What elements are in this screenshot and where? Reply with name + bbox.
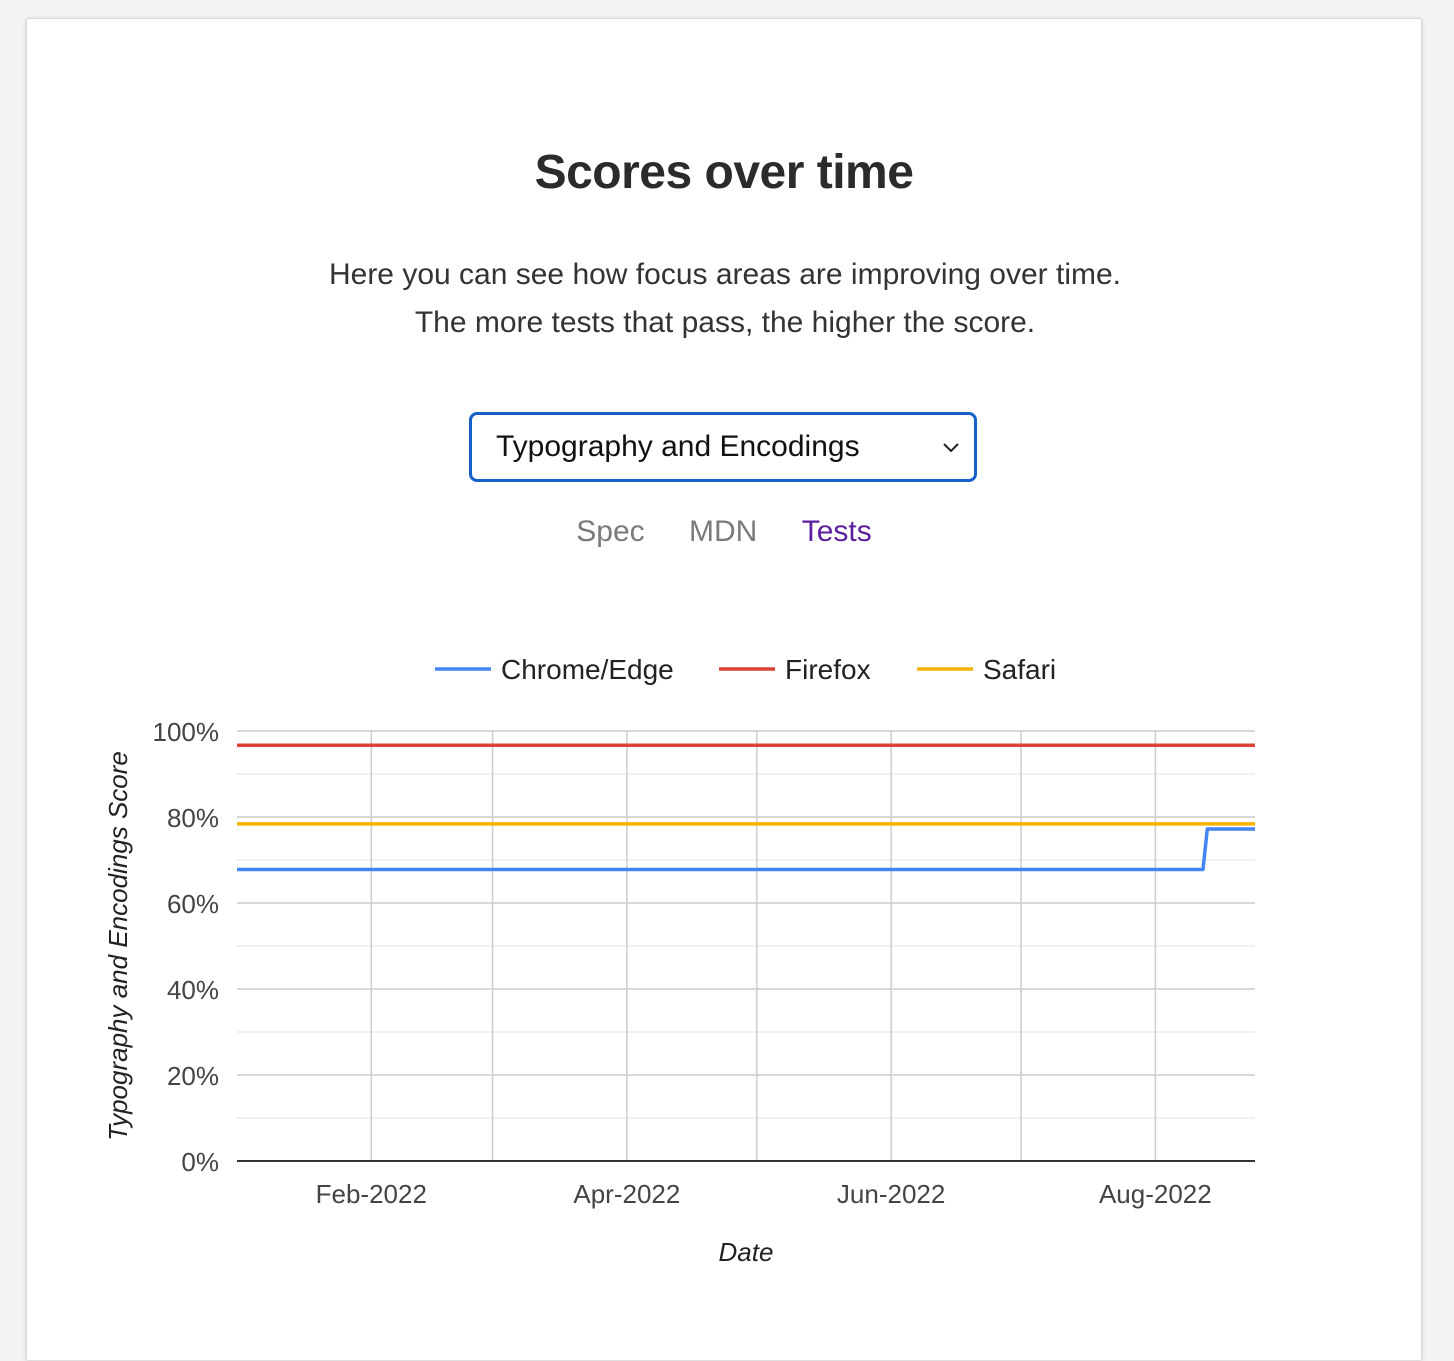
y-axis-title: Typography and Encodings Score	[103, 751, 133, 1141]
legend-label: Chrome/Edge	[501, 654, 674, 685]
series-line	[237, 827, 1255, 872]
y-tick-label: 40%	[167, 975, 219, 1005]
y-tick-label: 60%	[167, 889, 219, 919]
legend-label: Safari	[983, 654, 1056, 685]
x-axis-title: Date	[719, 1237, 774, 1267]
y-tick-label: 20%	[167, 1061, 219, 1091]
legend-label: Firefox	[785, 654, 871, 685]
scores-chart: 0% 20% 40% 60% 80% 100% Feb-2022 Apr-2022 Jun-20…	[103, 654, 1255, 1267]
x-tick-label: Aug-2022	[1099, 1179, 1212, 1209]
x-tick-label: Feb-2022	[316, 1179, 427, 1209]
y-tick-label: 80%	[167, 803, 219, 833]
y-tick-label: 0%	[181, 1147, 219, 1177]
x-tick-label: Apr-2022	[573, 1179, 680, 1209]
scores-card: Scores over time Here you can see how fo…	[26, 18, 1422, 1360]
y-tick-label: 100%	[153, 717, 220, 747]
x-tick-label: Jun-2022	[837, 1179, 945, 1209]
